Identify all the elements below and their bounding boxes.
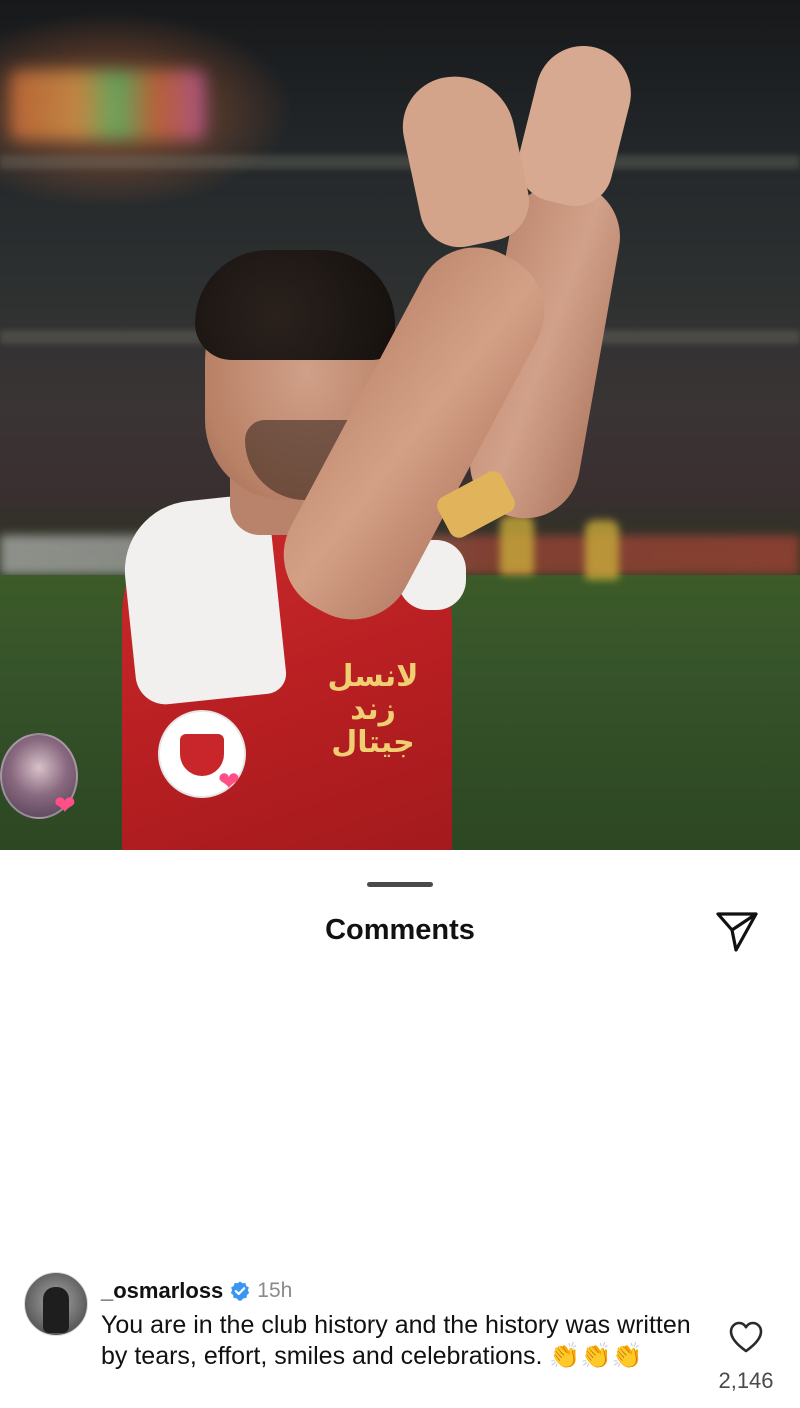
sheet-title: Comments <box>325 914 475 946</box>
heart-filled-icon: ❤ <box>218 766 240 796</box>
jersey-sponsor: لانسل زند جیتال <box>327 659 419 760</box>
heart-outline-icon[interactable] <box>728 1320 764 1354</box>
player-hair <box>195 250 395 360</box>
comments-sheet: Comments _osmarloss 15h You are in the c… <box>0 852 800 1408</box>
comment-timestamp: 15h <box>257 1279 293 1302</box>
comment-text: You are in the club history and the hist… <box>101 1311 691 1370</box>
sheet-grabber[interactable] <box>367 882 433 887</box>
comment-item: _osmarloss 15h You are in the club histo… <box>0 1270 800 1408</box>
player-hand <box>510 35 641 215</box>
heart-filled-icon: ❤ <box>54 790 76 820</box>
avatar[interactable] <box>24 1272 88 1336</box>
player-hand <box>393 65 537 255</box>
comment-username[interactable]: _osmarloss <box>101 1278 223 1304</box>
post-photo: ❤ لانسل زند جیتال ❤ <box>0 0 800 850</box>
like-count: 2,146 <box>718 1368 774 1393</box>
comment-meta: _osmarloss 15h <box>101 1276 292 1306</box>
verified-badge-icon <box>231 1281 250 1301</box>
main-player: ❤ لانسل زند جیتال <box>0 0 800 850</box>
paper-plane-icon[interactable] <box>714 908 760 954</box>
